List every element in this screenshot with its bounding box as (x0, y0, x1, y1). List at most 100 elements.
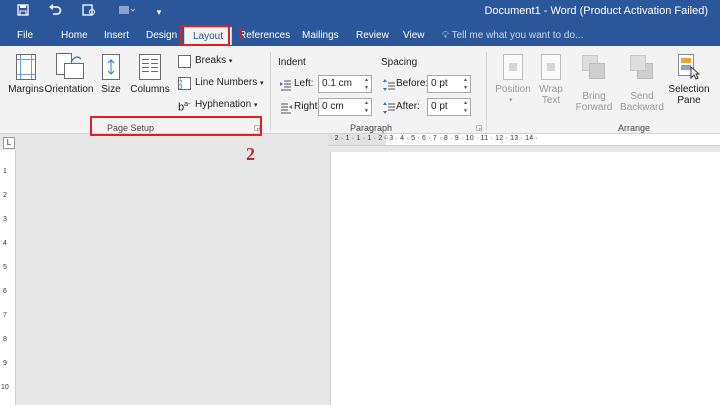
size-button[interactable]: Size (98, 52, 124, 98)
ruler-mark: 4 (3, 240, 7, 247)
document-title: Document1 - Word (Product Activation Fai… (484, 5, 708, 17)
lightbulb-icon: 💡︎ (442, 30, 449, 41)
tab-insert[interactable]: Insert (104, 27, 129, 45)
ruler-ticks: · 2 · 1 · 1 · 1 · 2 · 3 · 4 · 5 · 6 · 7 … (330, 135, 539, 142)
spacing-before-value: 0 pt (431, 78, 448, 89)
annotation-step-2: 2 (246, 144, 255, 164)
tab-references[interactable]: References (239, 27, 290, 45)
columns-button[interactable]: Columns (130, 52, 170, 98)
spacing-after-label: After: (396, 101, 420, 112)
horizontal-ruler[interactable]: · 2 · 1 · 1 · 1 · 2 · 3 · 4 · 5 · 6 · 7 … (328, 134, 720, 146)
indent-marker-icon[interactable]: ⌂ (384, 134, 388, 141)
ruler-mark: 2 (3, 192, 7, 199)
chevron-down-icon: ▾ (260, 80, 264, 87)
ruler-mark: 3 (3, 216, 7, 223)
indent-left-input[interactable]: 0.1 cm ▲ ▼ (318, 75, 372, 93)
breaks-button[interactable]: Breaks ▾ (178, 54, 260, 70)
margins-icon (16, 54, 36, 80)
tab-file[interactable]: File (17, 27, 33, 45)
indent-right-input[interactable]: 0 cm ▲ ▼ (318, 98, 372, 116)
selection-pane-label-line2: Pane (677, 95, 701, 106)
tab-home[interactable]: Home (61, 27, 88, 45)
spacing-after-input[interactable]: 0 pt ▲ ▼ (427, 98, 471, 116)
size-label: Size (101, 84, 121, 95)
hyphenation-icon: ba- (178, 101, 191, 114)
annotation-box-page-setup (90, 116, 262, 136)
customize-icon[interactable]: ▾ (150, 3, 168, 21)
title-bar: ▾ Document1 - Word (Product Activation F… (0, 0, 720, 24)
ruler-mark: 6 (3, 288, 7, 295)
size-icon (102, 54, 120, 80)
position-label: Position (495, 84, 531, 95)
line-numbers-label: Line Numbers (195, 77, 258, 88)
spinner-arrows-icon[interactable]: ▲ ▼ (362, 76, 371, 92)
tab-mailings[interactable]: Mailings (302, 27, 339, 45)
ribbon-tabs: File Home Insert Design Layout Reference… (0, 24, 720, 46)
bring-forward-icon (582, 55, 606, 79)
tab-review[interactable]: Review (356, 27, 389, 45)
hyphenation-label: Hyphenation (195, 99, 252, 110)
indent-right-label: Right: (294, 101, 321, 112)
arrange-group-label: Arrange (618, 123, 651, 133)
hyphenation-button[interactable]: ba- Hyphenation ▾ (178, 98, 260, 114)
bring-forward-button[interactable]: Bring Forward (572, 52, 616, 113)
wrap-text-button[interactable]: Wrap Text (536, 52, 566, 110)
paragraph-group-label: Paragraph (350, 123, 393, 133)
orientation-icon (56, 53, 84, 81)
send-backward-button[interactable]: Send Backward (618, 52, 666, 113)
orientation-label: Orientation (44, 84, 94, 95)
selection-pane-button[interactable]: Selection Pane (668, 52, 710, 110)
send-backward-icon (630, 55, 654, 79)
margins-button[interactable]: Margins (8, 52, 44, 98)
ruler-mark: 10 (1, 384, 9, 391)
chevron-down-icon: ▾ (509, 97, 513, 104)
annotation-step-1: 1 (236, 24, 245, 44)
margins-label: Margins (8, 84, 44, 95)
tab-design[interactable]: Design (146, 27, 177, 45)
format-painter-icon[interactable] (118, 3, 136, 21)
chevron-down-icon: ▾ (253, 102, 258, 109)
ruler-mark: 5 (3, 264, 7, 271)
ruler-mark: 7 (3, 312, 7, 319)
spinner-arrows-icon[interactable]: ▲ ▼ (362, 99, 371, 115)
indent-left-value: 0.1 cm (322, 78, 353, 89)
tab-selector-corner[interactable]: L (3, 137, 15, 149)
spacing-after-value: 0 pt (431, 101, 448, 112)
spacing-label: Spacing (381, 57, 418, 68)
send-backward-label-line2: Backward (620, 102, 664, 113)
save-icon[interactable] (14, 3, 32, 21)
indent-right-icon (280, 101, 292, 114)
paragraph-dialog-launcher-icon[interactable]: ◲ (476, 124, 483, 132)
undo-icon[interactable] (46, 3, 64, 21)
chevron-down-icon: ▾ (228, 58, 233, 65)
ruler-mark: 1 (3, 168, 7, 175)
indent-right-value: 0 cm (322, 101, 344, 112)
ruler-mark: 9 (3, 360, 7, 367)
spacing-before-input[interactable]: 0 pt ▲ ▼ (427, 75, 471, 93)
selection-pane-icon (678, 54, 700, 80)
spinner-arrows-icon[interactable]: ▲ ▼ (461, 76, 470, 92)
indent-label: Indent (278, 57, 306, 68)
spacing-before-icon (383, 78, 395, 91)
columns-icon (139, 54, 161, 80)
line-numbers-button[interactable]: 123 Line Numbers ▾ (178, 76, 264, 92)
group-separator (270, 52, 271, 130)
ruler-mark: 8 (3, 336, 7, 343)
group-separator (486, 52, 487, 130)
position-button[interactable]: Position ▾ (494, 52, 532, 110)
spinner-arrows-icon[interactable]: ▲ ▼ (461, 99, 470, 115)
orientation-button[interactable]: Orientation (44, 52, 94, 98)
document-page[interactable] (330, 152, 720, 405)
vertical-ruler[interactable]: 1 2 3 4 5 6 7 8 9 10 (0, 150, 16, 405)
tab-view[interactable]: View (403, 27, 425, 45)
wrap-text-label-line2: Text (541, 95, 561, 106)
line-numbers-icon: 123 (178, 77, 191, 91)
indent-left-icon (280, 78, 292, 91)
position-icon (503, 54, 523, 80)
print-preview-icon[interactable] (80, 3, 98, 21)
tell-me-search[interactable]: 💡︎ Tell me what you want to do... (442, 27, 583, 45)
breaks-icon (178, 55, 191, 68)
tell-me-placeholder: Tell me what you want to do... (451, 30, 584, 41)
indent-left-label: Left: (294, 78, 314, 89)
wrap-text-icon (541, 54, 561, 80)
